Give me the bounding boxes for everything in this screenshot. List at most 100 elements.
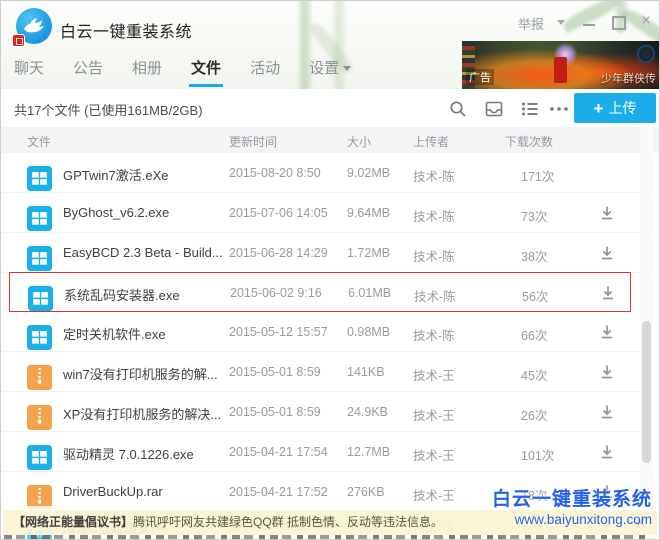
clipped-row-fragment	[4, 535, 649, 540]
table-row[interactable]: XP没有打印机服务的解决...2015-05-01 8:5924.9KB技术-王…	[1, 392, 659, 432]
file-updated: 2015-04-21 17:54	[229, 445, 328, 459]
table-row[interactable]: 定时关机软件.exe2015-05-12 15:570.98MB技术-陈66次	[1, 312, 659, 352]
tab-album[interactable]: 相册	[132, 57, 162, 87]
notice-text: 腾讯呼吁网友共建绿色QQ群 抵制色情、反动等违法信息。	[133, 515, 443, 529]
windows-exe-icon	[27, 246, 52, 271]
file-uploader: 技术-陈	[413, 246, 455, 265]
report-caret-icon[interactable]	[557, 20, 565, 25]
table-row[interactable]: 驱动精灵 7.0.1226.exe2015-04-21 17:5412.7MB技…	[1, 432, 659, 472]
windows-exe-icon	[27, 325, 52, 350]
file-updated: 2015-08-20 8:50	[229, 166, 321, 180]
file-downloads: 101次	[521, 445, 554, 464]
file-downloads: 38次	[521, 246, 547, 265]
file-uploader: 技术-陈	[413, 206, 455, 225]
file-downloads: 56次	[522, 286, 548, 305]
file-downloads: 45次	[521, 365, 547, 384]
file-updated: 2015-06-28 14:29	[229, 246, 328, 260]
close-button[interactable]: ×	[637, 13, 655, 29]
table-header: 文件 更新时间 大小 上传者 下载次数	[1, 127, 659, 153]
file-name: DriverBuckUp.rar	[63, 484, 163, 499]
file-downloads: 171次	[521, 166, 554, 185]
nav-tabs: 聊天公告相册文件活动设置	[14, 57, 351, 87]
file-size: 0.98MB	[347, 325, 390, 339]
col-header-file: 文件	[27, 133, 51, 150]
more-actions-icon[interactable]	[549, 103, 569, 115]
plus-icon: +	[594, 100, 604, 117]
file-downloads: 26次	[521, 405, 547, 424]
download-icon[interactable]	[599, 444, 615, 460]
file-list: GPTwin7激活.eXe 2015-08-20 8:50 9.02MB 技术-陈 17…	[1, 153, 659, 540]
file-name: EasyBCD 2.3 Beta - Build...	[63, 245, 223, 260]
tab-files[interactable]: 文件	[191, 57, 221, 87]
tab-activity[interactable]: 活动	[250, 57, 280, 87]
file-size: 9.64MB	[347, 206, 390, 220]
table-row[interactable]: 系统乱码安装器.exe2015-06-02 9:166.01MB技术-陈56次	[9, 272, 631, 312]
windows-exe-icon	[27, 166, 52, 191]
file-name: 系统乱码安装器.exe	[64, 285, 180, 304]
watermark-title: 白云一键重装系统	[492, 484, 652, 511]
col-header-updated: 更新时间	[229, 133, 277, 150]
file-name: 驱动精灵 7.0.1226.exe	[63, 444, 194, 463]
table-row[interactable]: GPTwin7激活.eXe2015-08-20 8:509.02MB技术-陈17…	[1, 153, 659, 193]
tab-chat[interactable]: 聊天	[14, 57, 44, 87]
minimize-button[interactable]	[581, 13, 599, 29]
download-icon[interactable]	[599, 404, 615, 420]
scrollbar-track[interactable]	[640, 127, 653, 540]
file-name: GPTwin7激活.eXe	[63, 165, 169, 184]
scrollbar-thumb[interactable]	[642, 321, 651, 463]
file-downloads: 73次	[521, 206, 547, 225]
table-row[interactable]: win7没有打印机服务的解...2015-05-01 8:59141KB技术-王…	[1, 352, 659, 392]
tab-announcement[interactable]: 公告	[73, 57, 103, 87]
file-uploader: 技术-陈	[413, 325, 455, 344]
tab-settings[interactable]: 设置	[309, 57, 351, 87]
file-updated: 2015-07-06 14:05	[229, 206, 328, 220]
settings-caret-icon	[343, 66, 351, 71]
report-button[interactable]: 举报	[518, 14, 544, 33]
file-uploader: 技术-陈	[414, 286, 456, 305]
file-updated: 2015-05-12 15:57	[229, 325, 328, 339]
file-count-summary: 共17个文件 (已使用161MB/2GB)	[14, 100, 203, 119]
ad-banner[interactable]: 广告 少年群侠传	[462, 41, 659, 89]
notice-prefix: 【网络正能量倡议书】	[13, 515, 133, 529]
windows-exe-icon	[28, 286, 53, 311]
windows-exe-icon	[27, 206, 52, 231]
file-downloads: 66次	[521, 325, 547, 344]
col-header-uploader: 上传者	[413, 133, 449, 150]
zip-archive-icon	[27, 405, 52, 430]
file-updated: 2015-04-21 17:52	[229, 485, 328, 499]
file-name: XP没有打印机服务的解决...	[63, 404, 221, 423]
search-icon[interactable]	[448, 99, 468, 119]
file-updated: 2015-05-01 8:59	[229, 405, 321, 419]
list-view-icon[interactable]	[520, 99, 540, 119]
file-size: 9.02MB	[347, 166, 390, 180]
ad-character	[554, 57, 567, 83]
download-icon[interactable]	[600, 285, 616, 301]
file-size: 276KB	[347, 485, 385, 499]
download-tray-icon[interactable]	[484, 99, 504, 119]
file-name: win7没有打印机服务的解...	[63, 364, 218, 383]
file-size: 6.01MB	[348, 286, 391, 300]
table-row[interactable]: EasyBCD 2.3 Beta - Build... 2015-06-28 14…	[1, 233, 659, 273]
files-toolbar: 共17个文件 (已使用161MB/2GB) + 上传	[1, 89, 659, 127]
col-header-size: 大小	[347, 133, 371, 150]
window-header: 白云一键重装系统 举报 × 聊天公告相册文件活动设置 广告 少年群侠传	[1, 1, 659, 89]
download-icon[interactable]	[599, 324, 615, 340]
download-icon[interactable]	[599, 205, 615, 221]
file-size: 1.72MB	[347, 246, 390, 260]
col-header-downloads: 下载次数	[505, 133, 553, 150]
file-size: 141KB	[347, 365, 385, 379]
file-size: 24.9KB	[347, 405, 388, 419]
ad-label: 广告	[466, 69, 494, 85]
maximize-button[interactable]	[609, 13, 627, 29]
download-icon[interactable]	[599, 364, 615, 380]
group-title: 白云一键重装系统	[60, 18, 192, 42]
windows-exe-icon	[27, 445, 52, 470]
group-avatar[interactable]	[16, 8, 52, 44]
file-uploader: 技术-王	[413, 445, 455, 464]
ad-caption: 少年群侠传	[601, 70, 656, 86]
upload-button[interactable]: + 上传	[574, 93, 656, 123]
group-window: 白云一键重装系统 举报 × 聊天公告相册文件活动设置 广告 少年群侠传 共17个…	[0, 0, 660, 540]
table-row[interactable]: ByGhost_v6.2.exe2015-07-06 14:059.64MB技术…	[1, 193, 659, 233]
download-icon[interactable]	[599, 245, 615, 261]
file-uploader: 技术-王	[413, 485, 455, 504]
